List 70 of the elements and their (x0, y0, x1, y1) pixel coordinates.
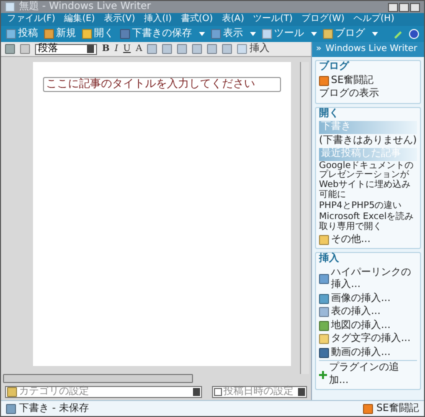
close-button[interactable] (410, 2, 420, 12)
sidebar-item-icon (319, 294, 329, 304)
sidebar-link[interactable]: その他... (331, 234, 371, 246)
sidebar-item-icon (319, 320, 329, 331)
menu-item[interactable]: ファイル(F) (7, 15, 56, 24)
section-title: 挿入 (319, 253, 340, 266)
sidebar-item-icon (319, 307, 329, 318)
paragraph-style-dropdown[interactable]: 段落 (35, 44, 97, 54)
sidebar-link[interactable]: ハイパーリンクの挿入... (331, 266, 417, 292)
toolbar-button[interactable]: 投稿 (6, 29, 38, 39)
toolbar-icon (120, 29, 130, 39)
section-title: 開く (319, 108, 340, 120)
plus-icon (319, 370, 327, 379)
toolbar-button[interactable]: 新規 (44, 29, 76, 39)
menu-item[interactable]: ツール(T) (253, 15, 293, 24)
vertical-scrollbar[interactable] (300, 62, 309, 374)
collapse-glyph[interactable]: » (316, 45, 322, 54)
format-button[interactable]: U (123, 44, 131, 54)
recent-post-link[interactable]: Googleドキュメントのプレゼンテーションが Webサイトに埋め込み可能に (319, 162, 417, 202)
menu-item[interactable]: 編集(E) (64, 15, 95, 24)
empty-drafts-text: (下書きはありません) (319, 134, 417, 147)
insert-button[interactable]: 挿入 (237, 44, 270, 54)
toolbar-button[interactable]: ツール (262, 29, 317, 39)
toolbar-icon (323, 29, 333, 39)
subsection-header: 下書き (319, 121, 417, 134)
toolbar-button[interactable]: 表示 (211, 29, 256, 39)
toolbar-icon (82, 29, 92, 39)
sidebar-link[interactable]: SE奮闘記 (331, 74, 374, 87)
toolbar-button[interactable]: 下書きの保存 (120, 29, 205, 39)
sidebar-link[interactable]: 動画の挿入... (331, 346, 391, 360)
window-title: 無題 - Windows Live Writer (19, 2, 152, 12)
sidebar-link[interactable]: ブログの表示 (319, 88, 379, 100)
sidebar-item-icon (319, 334, 329, 344)
status-blog-name: SE奮闘記 (376, 404, 419, 414)
sidebar-link[interactable]: 表の挿入... (331, 306, 381, 319)
format-button[interactable]: A (136, 44, 142, 54)
status-text: 下書き - 未保存 (19, 404, 90, 414)
menu-item[interactable]: 挿入(I) (144, 15, 172, 24)
recent-post-link[interactable]: PHP4とPHP5の違い (319, 202, 417, 212)
menu-item[interactable]: ブログ(W) (302, 15, 345, 24)
app-icon (5, 2, 15, 12)
menu-item[interactable]: ヘルプ(H) (354, 15, 394, 24)
recent-post-link[interactable]: Microsoft Excelを読み取り専用で開く (319, 212, 417, 233)
toolbar-button[interactable]: ブログ (323, 29, 378, 39)
sidebar-link[interactable]: 画像の挿入... (331, 292, 391, 306)
toolbar-icon (6, 29, 16, 39)
date-checkbox[interactable] (214, 388, 222, 396)
format-button[interactable]: B (102, 44, 110, 54)
maximize-button[interactable] (399, 2, 409, 12)
category-dropdown[interactable]: カテゴリの設定 (5, 386, 202, 398)
horizontal-scrollbar[interactable] (3, 374, 193, 383)
sidebar-link[interactable]: プラグインの追加... (329, 362, 417, 388)
menu-item[interactable]: 表(A) (222, 15, 244, 24)
date-label: 投稿日時の設定 (224, 386, 295, 396)
title-input-field[interactable]: ここに記事のタイトルを入力してください (43, 76, 281, 92)
toolbar-button[interactable]: 開く (82, 29, 114, 39)
format-button[interactable]: I (114, 44, 118, 54)
section-title: ブログ (319, 61, 350, 74)
sidebar-item-icon (319, 348, 329, 358)
sidebar-link[interactable]: 地図の挿入... (331, 320, 391, 332)
pen-icon (394, 30, 403, 38)
toolbar-icon (211, 29, 221, 39)
sidebar-link[interactable]: タグ文字の挿入... (331, 333, 411, 346)
toolbar-icon (262, 29, 272, 39)
toolbar-icon (44, 29, 54, 39)
menu-item[interactable]: 書式(O) (180, 15, 213, 24)
sidebar-header: Windows Live Writer (326, 45, 418, 54)
sidebar-item-icon (319, 274, 329, 284)
menu-item[interactable]: 表示(V) (104, 15, 136, 24)
minimize-button[interactable] (388, 2, 398, 12)
